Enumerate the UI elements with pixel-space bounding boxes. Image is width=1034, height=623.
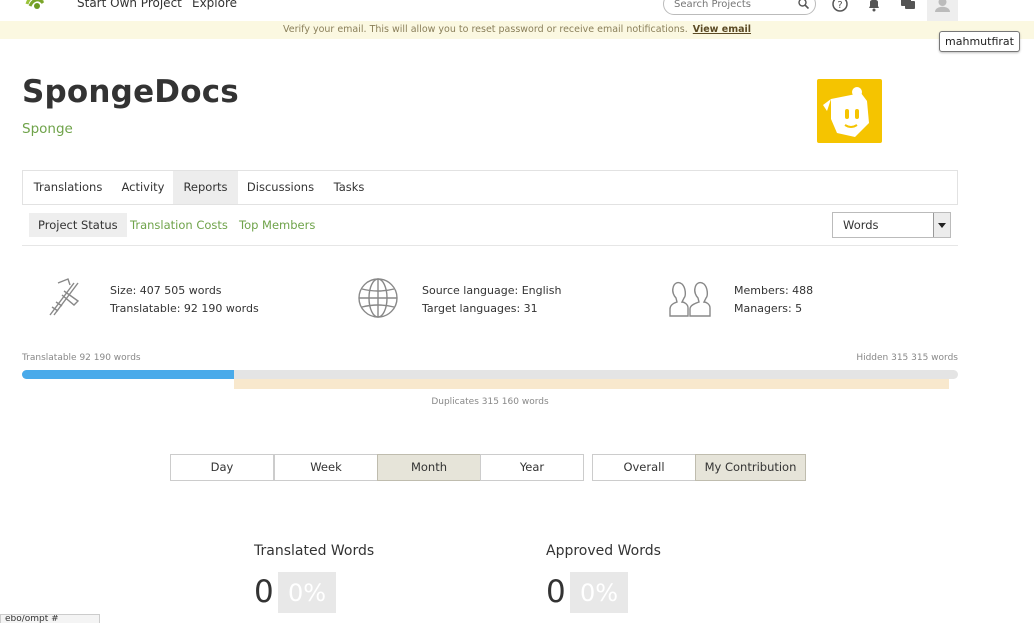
tab-activity[interactable]: Activity xyxy=(113,171,173,204)
search-input[interactable] xyxy=(674,0,794,10)
user-avatar-icon xyxy=(935,0,950,12)
page-title: SpongeDocs xyxy=(22,74,239,110)
caliper-icon xyxy=(49,278,80,316)
top-navigation: Start Own Project Explore ? xyxy=(0,0,1034,21)
search-box[interactable] xyxy=(663,0,816,15)
svg-text:?: ? xyxy=(837,0,842,11)
username-tooltip: mahmutfirat xyxy=(939,31,1020,52)
approved-words-label: Approved Words xyxy=(546,543,661,559)
duplicates-progress-fill xyxy=(234,379,949,389)
period-week-button[interactable]: Week xyxy=(274,454,378,481)
source-language-value: Source language: English xyxy=(422,284,562,297)
bell-icon[interactable] xyxy=(866,0,882,12)
scope-my-contribution-button[interactable]: My Contribution xyxy=(695,454,806,481)
translated-words-percent: 0% xyxy=(278,572,336,613)
members-stat: Members: 488 Managers: 5 xyxy=(734,282,813,318)
tab-discussions[interactable]: Discussions xyxy=(238,171,323,204)
view-email-link[interactable]: View email xyxy=(693,24,751,35)
translatable-bar-label: Translatable 92 190 words xyxy=(22,353,141,363)
chevron-down-icon[interactable] xyxy=(933,213,950,237)
globe-icon xyxy=(358,278,398,318)
user-menu[interactable] xyxy=(927,0,958,21)
crowdin-logo-icon[interactable] xyxy=(24,0,48,14)
period-month-button[interactable]: Month xyxy=(377,454,481,481)
period-year-button[interactable]: Year xyxy=(480,454,584,481)
tab-translations[interactable]: Translations xyxy=(23,171,113,204)
approved-words-value: 0 xyxy=(546,574,566,610)
help-icon[interactable]: ? xyxy=(832,0,848,12)
language-stat: Source language: English Target language… xyxy=(422,282,561,318)
size-stat: Size: 407 505 words Translatable: 92 190… xyxy=(110,282,259,318)
translated-words-label: Translated Words xyxy=(254,543,375,559)
translatable-progress-fill xyxy=(22,370,234,379)
subtab-top-members[interactable]: Top Members xyxy=(239,213,315,237)
subtab-translation-costs[interactable]: Translation Costs xyxy=(130,213,228,237)
translatable-value: Translatable: 92 190 words xyxy=(110,302,259,315)
tab-tasks[interactable]: Tasks xyxy=(323,171,375,204)
project-logo xyxy=(817,79,882,143)
members-icon xyxy=(669,281,711,317)
search-icon[interactable] xyxy=(798,0,809,9)
subtab-project-status[interactable]: Project Status xyxy=(29,213,127,237)
messages-icon[interactable] xyxy=(900,0,916,12)
approved-words-percent: 0% xyxy=(570,572,628,613)
project-tabs: Translations Activity Reports Discussion… xyxy=(22,170,958,205)
notice-text: Verify your email. This will allow you t… xyxy=(282,24,688,35)
start-own-project-link[interactable]: Start Own Project xyxy=(77,0,182,10)
members-value: Members: 488 xyxy=(734,284,814,297)
managers-value: Managers: 5 xyxy=(734,302,803,315)
period-day-button[interactable]: Day xyxy=(170,454,274,481)
duplicates-bar-label: Duplicates 315 160 words xyxy=(431,397,549,407)
scope-overall-button[interactable]: Overall xyxy=(592,454,696,481)
words-progress-bar xyxy=(22,370,958,379)
verify-email-notice: Verify your email. This will allow you t… xyxy=(0,21,1034,39)
target-languages-value: Target languages: 31 xyxy=(422,302,538,315)
unit-select-value: Words xyxy=(843,218,879,232)
explore-link[interactable]: Explore xyxy=(192,0,237,10)
hidden-bar-label: Hidden 315 315 words xyxy=(856,353,958,363)
translated-words-value: 0 xyxy=(254,574,274,610)
project-owner-link[interactable]: Sponge xyxy=(22,121,73,137)
size-value: Size: 407 505 words xyxy=(110,284,222,297)
browser-status-bar: ebo/ompt # xyxy=(0,614,100,623)
unit-select[interactable]: Words xyxy=(832,212,951,238)
tab-reports[interactable]: Reports xyxy=(173,171,238,204)
divider xyxy=(22,245,958,246)
